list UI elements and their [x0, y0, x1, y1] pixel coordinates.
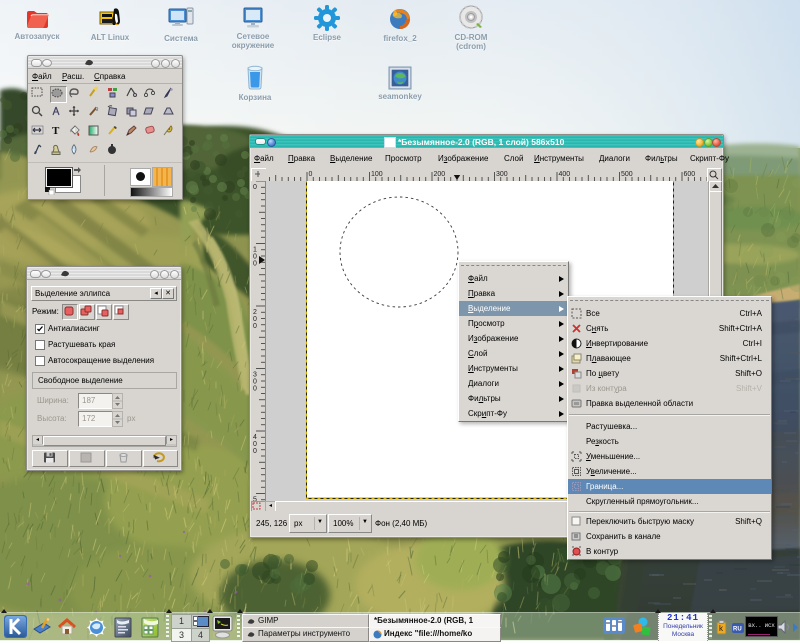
svg-text:0: 0 — [253, 323, 257, 330]
svg-text:0: 0 — [253, 386, 257, 393]
svg-text:3: 3 — [253, 372, 257, 379]
svg-text:600: 600 — [684, 171, 696, 178]
svg-text:4: 4 — [253, 434, 257, 441]
svg-text:0: 0 — [253, 184, 257, 191]
svg-text:100: 100 — [371, 171, 383, 178]
svg-text:500: 500 — [621, 171, 633, 178]
svg-text:0: 0 — [253, 254, 257, 261]
svg-text:2: 2 — [253, 309, 257, 316]
svg-text:300: 300 — [496, 171, 508, 178]
svg-text:0: 0 — [253, 261, 257, 268]
svg-text:400: 400 — [559, 171, 571, 178]
svg-text:T: T — [52, 125, 60, 137]
svg-text:200: 200 — [434, 171, 446, 178]
svg-text:0: 0 — [253, 316, 257, 323]
svg-text:0: 0 — [253, 379, 257, 386]
svg-text:0: 0 — [253, 441, 257, 448]
svg-text:RU: RU — [733, 627, 742, 633]
svg-text:1: 1 — [253, 247, 257, 254]
svg-text:0: 0 — [253, 448, 257, 455]
svg-text:0: 0 — [309, 171, 313, 178]
